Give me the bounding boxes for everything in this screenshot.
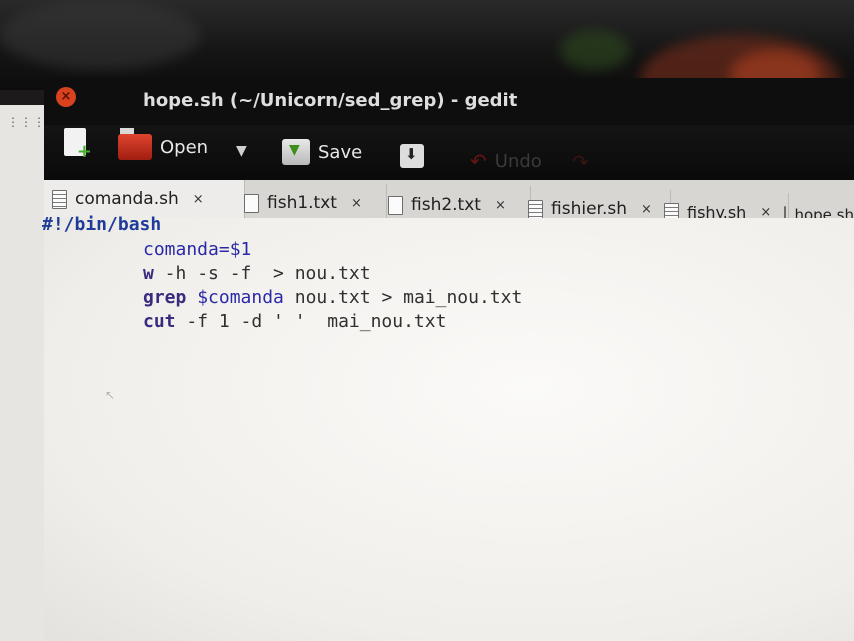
folder-icon [118, 128, 152, 160]
chevron-down-icon: ▼ [236, 143, 247, 159]
print-button[interactable] [400, 144, 424, 168]
undo-label: Undo [494, 150, 542, 172]
tab-label: fish2.txt [411, 195, 481, 215]
code-line-1: comanda=$1 [143, 238, 251, 262]
tab-label: comanda.sh [75, 189, 179, 209]
close-icon: × [60, 89, 72, 104]
undo-icon: ↶ [470, 149, 487, 173]
open-menu-button[interactable]: ▼ [236, 143, 247, 159]
tab-close-icon[interactable]: × [641, 202, 652, 217]
tab-label: fishier.sh [551, 199, 627, 219]
undo-button[interactable]: ↶ Undo [470, 149, 542, 173]
tab-fish1-txt[interactable]: fish1.txt × [236, 184, 387, 222]
tab-close-icon[interactable]: × [351, 196, 362, 211]
script-file-icon [52, 189, 67, 209]
print-icon [400, 144, 424, 168]
window-title: hope.sh (~/Unicorn/sed_grep) - gedit [143, 90, 518, 111]
new-document-button[interactable] [64, 128, 92, 162]
script-file-icon [528, 199, 543, 219]
grip-icon: ⋮⋮⋮ [7, 115, 46, 129]
code-token: grep [143, 287, 187, 308]
save-label: Save [318, 141, 363, 163]
redo-button[interactable]: ↷ [572, 150, 589, 174]
mouse-pointer-icon: ↖ [105, 388, 116, 402]
window-close-button[interactable]: × [56, 87, 76, 107]
save-icon [282, 139, 310, 165]
text-file-icon [244, 193, 259, 213]
code-token: -f 1 -d ' ' mai_nou.txt [175, 311, 447, 332]
tab-close-icon[interactable]: × [495, 198, 506, 213]
open-label: Open [160, 136, 209, 158]
desktop-background [0, 0, 854, 125]
open-button[interactable]: Open [118, 128, 209, 160]
text-file-icon [388, 195, 403, 215]
code-token: -h -s -f > nou.txt [153, 263, 371, 284]
code-token: w [143, 263, 154, 284]
tab-close-icon[interactable]: × [193, 192, 204, 207]
save-button[interactable]: Save [282, 139, 362, 165]
code-line-4: cut -f 1 -d ' ' mai_nou.txt [143, 310, 446, 334]
code-token: $comanda [197, 287, 284, 308]
code-token: nou.txt > mai_nou.txt [283, 287, 523, 308]
code-token: comanda=$1 [143, 239, 252, 260]
side-panel [0, 105, 45, 641]
tab-label: fish1.txt [267, 193, 337, 213]
code-token: cut [143, 311, 176, 332]
redo-icon: ↷ [572, 150, 589, 174]
new-document-icon [64, 128, 92, 162]
code-line-shebang: #!/bin/bash [42, 214, 162, 235]
code-line-3: grep $comanda nou.txt > mai_nou.txt [143, 286, 522, 310]
code-line-2: w -h -s -f > nou.txt [143, 262, 371, 286]
